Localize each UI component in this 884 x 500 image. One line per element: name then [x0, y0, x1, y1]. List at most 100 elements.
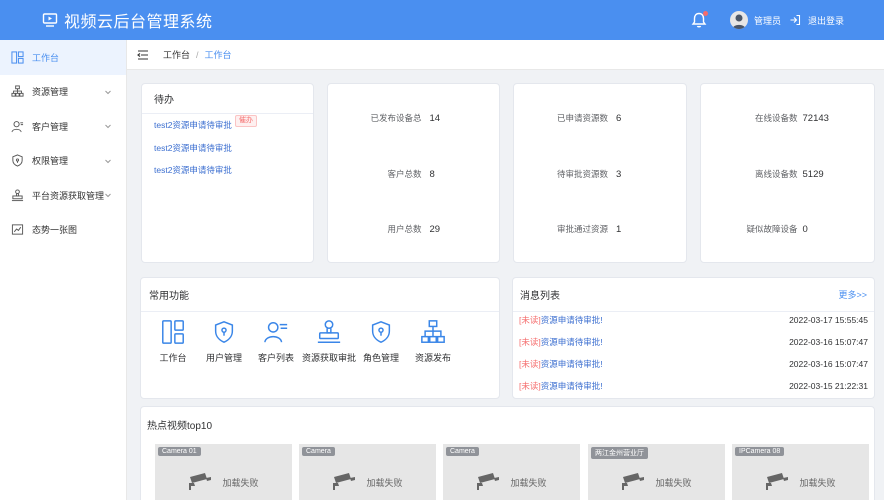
dashboard-icon [162, 320, 184, 344]
notification-bell-icon[interactable] [690, 11, 708, 29]
camera-label: Camera [446, 447, 479, 456]
func-role-management[interactable]: 角色管理 [353, 319, 409, 364]
sidebar-item-resource[interactable]: 资源管理 [0, 75, 126, 110]
logout-icon [790, 14, 801, 26]
video-tile[interactable]: 两江金州营业厅 加载失败 [588, 444, 725, 500]
permission-icon [10, 154, 24, 168]
message-text[interactable]: 资源申请待审批! [541, 359, 603, 369]
cctv-camera-icon [477, 473, 500, 490]
func-label: 客户列表 [257, 353, 294, 363]
stat-row: 已申请资源数 6 [514, 111, 686, 125]
message-text[interactable]: 资源申请待审批! [541, 315, 603, 325]
videos-title: 热点视频top10 [147, 420, 213, 432]
stat-row: 用户总数 29 [328, 222, 499, 236]
message-row[interactable]: [未读]资源申请待审批! 2022-03-15 21:22:31 [519, 379, 868, 393]
sidebar-item-permission[interactable]: 权限管理 [0, 144, 126, 179]
more-link[interactable]: 更多>> [838, 288, 867, 301]
video-tile[interactable]: IPCamera 08 加载失败 [732, 444, 869, 500]
customer-icon [10, 119, 24, 133]
camera-label: Camera [302, 447, 335, 456]
func-user-management[interactable]: 用户管理 [196, 319, 252, 364]
stats-card-devices: 已发布设备总 14 客户总数 8 用户总数 29 [327, 83, 500, 263]
stat-label: 审批通过资源 [556, 224, 608, 234]
load-failed-text: 加载失败 [366, 477, 403, 488]
todo-item-text[interactable]: test2资源申请待审批 [154, 164, 232, 176]
stat-label: 在线设备数 [754, 113, 798, 123]
chevron-down-icon [105, 193, 111, 198]
publish-tree-icon [421, 320, 445, 343]
message-time: 2022-03-16 15:07:47 [789, 359, 868, 369]
func-dashboard[interactable]: 工作台 [145, 319, 201, 364]
stat-row: 离线设备数 5129 [701, 167, 874, 181]
stat-label: 疑似故障设备 [746, 224, 798, 234]
functions-card: 常用功能 工作台 用户管理 客户列表 资源获取审批 角色管理 资源发布 [140, 277, 500, 399]
resource-icon [10, 85, 24, 99]
message-text[interactable]: 资源申请待审批! [541, 381, 603, 391]
sidebar-item-customer[interactable]: 客户管理 [0, 109, 126, 144]
stat-value: 6 [616, 112, 622, 124]
func-resource-publish[interactable]: 资源发布 [405, 319, 461, 364]
load-failed-text: 加载失败 [799, 477, 836, 488]
messages-title: 消息列表 [520, 291, 560, 302]
breadcrumb-current: 工作台 [204, 50, 232, 60]
functions-title: 常用功能 [149, 291, 189, 302]
chevron-down-icon [105, 90, 111, 94]
unread-tag: [未读] [519, 359, 541, 369]
camera-label: IPCamera 08 [735, 447, 785, 456]
message-text[interactable]: 资源申请待审批! [541, 337, 603, 347]
message-time: 2022-03-15 21:22:31 [789, 381, 868, 391]
cctv-camera-icon [766, 473, 789, 490]
todo-item[interactable]: test2资源申请待审批 [142, 159, 313, 182]
sidebar-item-situation[interactable]: 态势一张图 [0, 213, 126, 248]
role-shield-icon [371, 320, 391, 344]
video-tile[interactable]: Camera 01 加载失败 [155, 444, 292, 500]
sidebar-item-dashboard[interactable]: 工作台 [0, 40, 126, 75]
videos-header: 热点视频top10 [141, 407, 874, 441]
load-failed-text: 加载失败 [655, 477, 692, 488]
load-failed: 加载失败 [443, 472, 580, 492]
todo-item-text[interactable]: test2资源申请待审批 [154, 142, 232, 154]
video-tile[interactable]: Camera 加载失败 [443, 444, 580, 500]
cctv-camera-icon [333, 473, 356, 490]
todo-item[interactable]: test2资源申请待审批 催办 [142, 114, 313, 137]
video-tile[interactable]: Camera 加载失败 [299, 444, 436, 500]
load-failed: 加载失败 [588, 472, 725, 492]
customer-list-icon [264, 321, 288, 343]
stat-label: 已申请资源数 [556, 113, 608, 123]
breadcrumb-home[interactable]: 工作台 [163, 48, 190, 61]
sidebar-item-platform[interactable]: 平台资源获取管理 [0, 178, 126, 213]
breadcrumb: 工作台 / 工作台 [127, 40, 884, 70]
camera-label: 两江金州营业厅 [591, 447, 648, 459]
stat-label: 离线设备数 [754, 169, 798, 179]
stat-row: 已发布设备总 14 [328, 111, 499, 125]
chevron-down-icon [105, 124, 111, 129]
app-logo: 视频云后台管理系统 [42, 8, 213, 32]
todo-card: 待办 test2资源申请待审批 催办 test2资源申请待审批 test2资源申… [141, 83, 314, 263]
top-bar: 视频云后台管理系统 管理员 退出登录 [0, 0, 884, 40]
dashboard-icon [10, 50, 24, 64]
menu-collapse-icon[interactable] [137, 49, 149, 61]
load-failed: 加载失败 [732, 472, 869, 492]
stat-label: 客户总数 [387, 169, 422, 179]
functions-header: 常用功能 [141, 278, 499, 312]
avatar[interactable] [729, 11, 748, 29]
todo-item-text[interactable]: test2资源申请待审批 [154, 119, 232, 131]
message-row[interactable]: [未读]资源申请待审批! 2022-03-17 15:55:45 [519, 313, 868, 327]
func-customer-list[interactable]: 客户列表 [248, 319, 304, 364]
user-name[interactable]: 管理员 [754, 14, 781, 27]
message-row[interactable]: [未读]资源申请待审批! 2022-03-16 15:07:47 [519, 357, 868, 371]
todo-header: 待办 [142, 84, 313, 114]
situation-icon [10, 223, 24, 237]
stat-row: 客户总数 8 [328, 167, 499, 181]
unread-tag: [未读] [519, 337, 541, 347]
stat-row: 在线设备数 72143 [701, 111, 874, 125]
logout-label: 退出登录 [807, 15, 844, 26]
func-label: 工作台 [159, 353, 187, 363]
func-resource-approval[interactable]: 资源获取审批 [301, 319, 357, 364]
todo-item[interactable]: test2资源申请待审批 [142, 137, 313, 160]
messages-header: 消息列表 更多>> [513, 278, 874, 312]
message-row[interactable]: [未读]资源申请待审批! 2022-03-16 15:07:47 [519, 335, 868, 349]
logout-button[interactable]: 退出登录 [789, 14, 844, 27]
sidebar-item-label: 平台资源获取管理 [32, 190, 105, 201]
stat-value: 72143 [802, 112, 829, 124]
